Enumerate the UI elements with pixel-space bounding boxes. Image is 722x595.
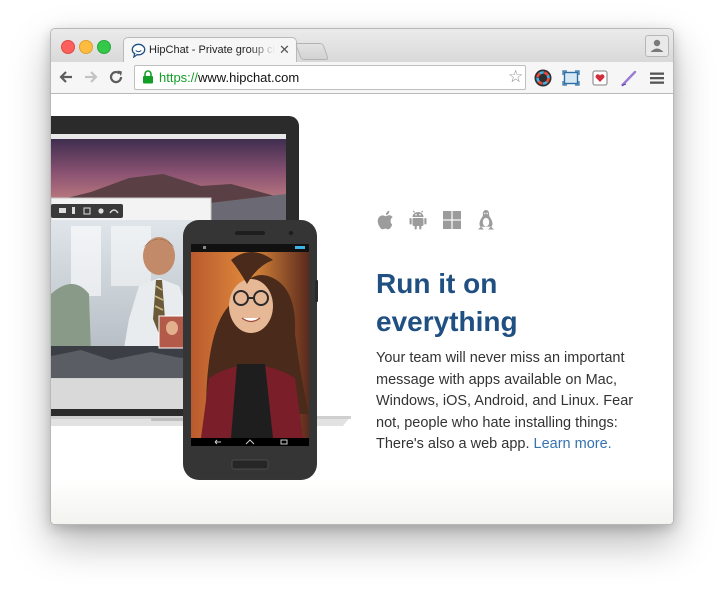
apple-icon [377, 210, 393, 230]
browser-toolbar: https://www.hipchat.com ☆ [51, 62, 673, 94]
pocket-extension-icon[interactable] [591, 69, 609, 87]
browser-window: HipChat - Private group chat ✕ https://w… [50, 28, 674, 525]
pen-extension-icon[interactable] [620, 69, 638, 87]
tab-close-icon[interactable]: ✕ [279, 42, 290, 58]
profile-button[interactable] [645, 35, 669, 57]
phone-home-button [231, 459, 269, 470]
back-arrow-icon[interactable] [58, 69, 74, 85]
devices-illustration [51, 116, 351, 480]
url-text: https://www.hipchat.com [159, 70, 299, 85]
page-description: Your team will never miss an important m… [376, 348, 638, 456]
page-heading: Run it on everything [376, 268, 518, 337]
man-face [143, 237, 175, 275]
new-tab-button[interactable] [294, 43, 330, 60]
maximize-window-button[interactable] [97, 40, 111, 54]
forward-arrow-icon[interactable] [83, 69, 99, 85]
page-content: Run it on everything Your team will neve… [51, 94, 673, 524]
reload-icon[interactable] [108, 69, 124, 85]
person-icon [650, 39, 664, 52]
footer-background [51, 479, 673, 524]
tab-title: HipChat - Private group chat [149, 44, 275, 56]
hipchat-favicon-icon [131, 43, 146, 58]
learn-more-link[interactable]: Learn more. [534, 436, 612, 452]
screenshot-extension-icon[interactable] [562, 69, 580, 87]
hamburger-menu-icon[interactable] [648, 69, 666, 87]
url-host: www.hipchat.com [198, 70, 300, 85]
phone-status-bar [191, 244, 309, 252]
minimize-window-button[interactable] [79, 40, 93, 54]
url-scheme: https:// [159, 70, 199, 85]
android-icon [409, 210, 427, 230]
address-bar[interactable]: https://www.hipchat.com ☆ [134, 65, 526, 90]
lock-icon [143, 70, 153, 84]
linux-icon [478, 210, 494, 230]
title-bar: HipChat - Private group chat ✕ [51, 29, 673, 64]
close-window-button[interactable] [61, 40, 75, 54]
browser-tab[interactable]: HipChat - Private group chat ✕ [123, 37, 297, 64]
windows-icon [443, 211, 461, 229]
star-icon[interactable]: ☆ [508, 67, 523, 87]
woman-face [229, 279, 273, 333]
color-picker-extension-icon[interactable] [534, 69, 552, 87]
